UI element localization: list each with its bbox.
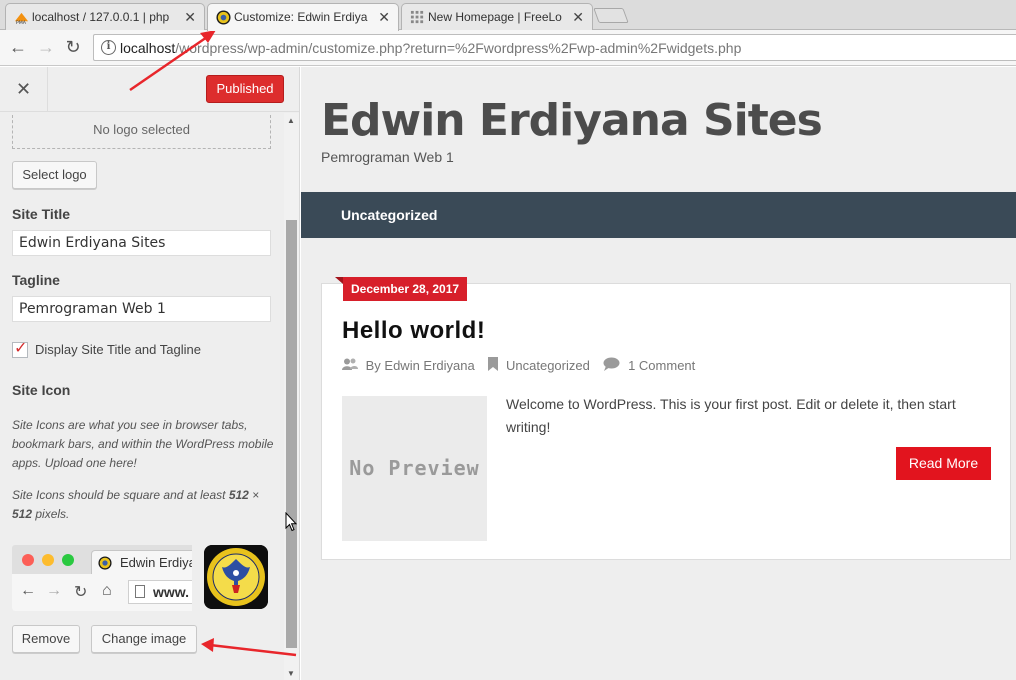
post-comments-link[interactable]: 1 Comment	[628, 358, 695, 373]
preview-url: www.	[128, 580, 192, 604]
info-icon[interactable]: i	[101, 40, 116, 55]
site-title-input[interactable]: Edwin Erdiyana Sites	[12, 230, 271, 256]
post-category-link[interactable]: Uncategorized	[506, 358, 590, 373]
read-more-button[interactable]: Read More	[896, 447, 991, 480]
reload-icon: ↻	[74, 584, 88, 601]
close-icon[interactable]: ✕	[0, 67, 48, 111]
change-image-button[interactable]: Change image	[91, 625, 197, 653]
post-card: December 28, 2017 Hello world! By Edwin …	[321, 277, 1011, 560]
forward-arrow-icon: →	[46, 582, 62, 599]
nav-item-uncategorized[interactable]: Uncategorized	[341, 207, 437, 223]
url-host: localhost	[120, 40, 176, 56]
home-icon: ⌂	[102, 582, 112, 599]
page-icon	[135, 585, 145, 598]
site-icon-label: Site Icon	[12, 382, 71, 398]
back-arrow-icon: ←	[20, 582, 36, 599]
select-logo-button[interactable]: Select logo	[12, 161, 97, 189]
site-title[interactable]: Edwin Erdiyana Sites	[321, 95, 823, 146]
checkmark-icon: ✓	[14, 340, 28, 357]
close-icon[interactable]: ✕	[184, 9, 196, 26]
preview-tab: Edwin Erdiyana	[91, 550, 192, 574]
new-tab-button[interactable]	[593, 8, 629, 23]
close-icon[interactable]: ✕	[572, 9, 584, 26]
tagline-input[interactable]: Pemrograman Web 1	[12, 296, 271, 322]
site-emblem-favicon	[98, 556, 112, 570]
tab-label: Customize: Edwin Erdiyana	[234, 10, 368, 24]
scroll-down-icon[interactable]: ▼	[287, 669, 295, 678]
forward-arrow-icon[interactable]: →	[35, 36, 57, 58]
site-icon-description: Site Icons are what you see in browser t…	[12, 418, 274, 470]
maximize-dot-icon	[62, 554, 74, 566]
preview-toolbar: ← → ↻ ⌂ www.	[12, 574, 192, 611]
preview-browser-chrome: Edwin Erdiyana ← → ↻ ⌂ www.	[12, 545, 192, 611]
address-bar[interactable]: i localhost/wordpress/wp-admin/customize…	[93, 34, 1016, 61]
site-icon-preview: Edwin Erdiyana ← → ↻ ⌂ www.	[12, 545, 271, 612]
site-navigation: Uncategorized	[301, 192, 1016, 238]
browser-toolbar: ← → ↻ i localhost/wordpress/wp-admin/cus…	[0, 30, 1016, 66]
display-title-checkbox[interactable]: ✓	[12, 340, 28, 358]
browser-tab-phpmyadmin[interactable]: PMA localhost / 127.0.0.1 | php ✕	[5, 3, 205, 30]
remove-button[interactable]: Remove	[12, 625, 80, 653]
post-meta: By Edwin Erdiyana Uncategorized 1 Commen…	[342, 357, 695, 374]
site-preview: Edwin Erdiyana Sites Pemrograman Web 1 U…	[301, 67, 1016, 680]
post-excerpt: Welcome to WordPress. This is your first…	[506, 396, 956, 435]
comment-icon	[603, 357, 620, 374]
site-emblem-favicon	[216, 10, 231, 25]
browser-tab-customize[interactable]: Customize: Edwin Erdiyana ✕	[207, 3, 399, 31]
published-button[interactable]: Published	[206, 75, 284, 103]
customizer-panel: ✕ Published No logo selected Select logo…	[0, 67, 300, 680]
site-emblem-icon	[204, 545, 268, 609]
post-title[interactable]: Hello world!	[342, 317, 485, 345]
back-arrow-icon[interactable]: ←	[7, 36, 29, 58]
customizer-header: ✕ Published	[0, 67, 299, 112]
site-tagline: Pemrograman Web 1	[321, 149, 454, 165]
post-thumbnail[interactable]: No Preview	[342, 396, 487, 541]
preview-tab-label: Edwin Erdiyana	[120, 555, 192, 570]
site-title-label: Site Title	[12, 206, 71, 222]
mouse-cursor-icon	[285, 512, 297, 532]
svg-text:PMA: PMA	[16, 20, 27, 25]
tab-label: localhost / 127.0.0.1 | php	[32, 10, 170, 24]
grid-favicon	[410, 10, 424, 24]
reload-icon[interactable]: ↻	[62, 36, 84, 58]
site-icon-size-note: Site Icons should be square and at least…	[12, 488, 260, 521]
minimize-dot-icon	[42, 554, 54, 566]
bookmark-icon	[488, 357, 499, 374]
browser-tab-freelogo[interactable]: New Homepage | FreeLogo ✕	[401, 3, 593, 30]
url-path: /wordpress/wp-admin/customize.php?return…	[175, 40, 742, 56]
close-icon[interactable]: ✕	[378, 9, 390, 26]
tab-label: New Homepage | FreeLogo	[428, 10, 562, 24]
users-icon	[342, 358, 358, 374]
phpmyadmin-favicon: PMA	[14, 12, 29, 25]
display-title-label[interactable]: Display Site Title and Tagline	[35, 342, 201, 357]
browser-tabstrip: PMA localhost / 127.0.0.1 | php ✕ Custom…	[0, 0, 1016, 31]
panel-scrollbar[interactable]: ▲ ▼	[284, 113, 299, 680]
post-author-link[interactable]: By Edwin Erdiyana	[366, 358, 475, 373]
logo-placeholder[interactable]: No logo selected	[12, 115, 271, 149]
post-date-badge: December 28, 2017	[334, 277, 468, 301]
tagline-label: Tagline	[12, 272, 60, 288]
close-dot-icon	[22, 554, 34, 566]
url-text: localhost/wordpress/wp-admin/customize.p…	[120, 40, 741, 56]
scroll-up-icon[interactable]: ▲	[287, 116, 295, 125]
scrollbar-thumb[interactable]	[286, 220, 297, 648]
